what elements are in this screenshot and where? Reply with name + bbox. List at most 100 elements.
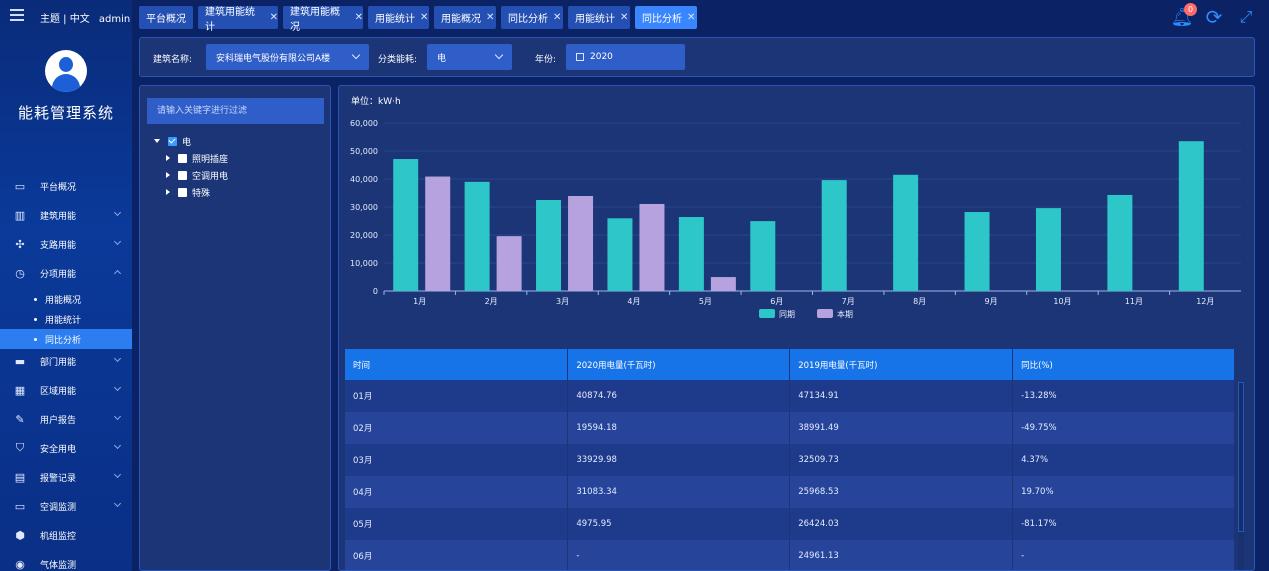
- tree-filter-input[interactable]: [147, 98, 324, 124]
- y-tick-label: 10,000: [350, 259, 378, 268]
- notification-badge: 0: [1184, 3, 1197, 16]
- bar-current-period: [425, 176, 451, 291]
- close-icon[interactable]: ✕: [355, 12, 363, 23]
- x-tick-label: 7月: [842, 297, 855, 306]
- caret-right-icon[interactable]: [166, 189, 170, 195]
- table-cell: 47134.91: [789, 380, 1014, 412]
- tab-usage-stats-2[interactable]: 用能统计 ✕: [568, 6, 630, 29]
- x-tick-label: 6月: [770, 297, 783, 306]
- caret-down-icon[interactable]: [154, 139, 160, 143]
- sidebar-item-gas-monitoring[interactable]: ◉ 气体监测: [0, 552, 132, 571]
- sidebar-item-label: 气体监测: [40, 560, 77, 571]
- chart-unit: 单位：kW·h: [351, 97, 401, 107]
- tab-bar: 平台概况 建筑用能统计 ✕ 建筑用能概况 ✕ 用能统计 ✕ 用能概况 ✕ 同比分析 ✕ 用…: [132, 0, 1269, 34]
- sidebar-item-unit-monitoring[interactable]: ⬢ 机组监控: [0, 523, 132, 547]
- close-icon[interactable]: ✕: [553, 12, 561, 23]
- x-tick-label: 5月: [699, 297, 712, 306]
- sidebar-item-itemized-energy[interactable]: ◷ 分项用能: [0, 261, 132, 285]
- tab-yoy-analysis[interactable]: 同比分析 ✕: [501, 6, 563, 29]
- sidebar-item-building-energy[interactable]: ▥ 建筑用能: [0, 203, 132, 227]
- table-cell: 4975.95: [567, 508, 791, 540]
- year-picker-value: 2020: [590, 52, 613, 62]
- table-row: 04月 31083.34 25968.53 19.70%: [345, 476, 1235, 508]
- air-conditioner-icon: ▭: [14, 499, 26, 513]
- chevron-down-icon: [113, 237, 122, 246]
- close-icon[interactable]: ✕: [486, 12, 494, 23]
- tree-node-label: 照明插座: [192, 154, 229, 165]
- sidebar-item-department-energy[interactable]: ▬ 部门用能: [0, 349, 132, 373]
- tab-usage-stats[interactable]: 用能统计 ✕: [368, 6, 429, 29]
- scrollbar-thumb[interactable]: [1238, 382, 1244, 532]
- tab-platform-overview[interactable]: 平台概况: [139, 6, 193, 29]
- caret-right-icon[interactable]: [166, 172, 170, 178]
- sidebar-item-alarm-records[interactable]: ▤ 报警记录: [0, 465, 132, 489]
- chevron-down-icon: [113, 470, 122, 479]
- close-icon[interactable]: ✕: [620, 12, 628, 23]
- sidebar-subitem-yoy-analysis[interactable]: 同比分析: [0, 329, 132, 349]
- table-cell: 06月: [345, 540, 569, 570]
- year-picker[interactable]: 2020: [566, 44, 685, 70]
- sidebar-item-platform-overview[interactable]: ▭ 平台概况: [0, 174, 132, 198]
- refresh-icon[interactable]: ⟳: [1203, 5, 1225, 29]
- menu-toggle-icon[interactable]: [10, 9, 24, 21]
- sidebar-item-ac-monitoring[interactable]: ▭ 空调监测: [0, 494, 132, 518]
- table-cell: 19594.18: [567, 412, 791, 444]
- sidebar-item-region-energy[interactable]: ▦ 区域用能: [0, 378, 132, 402]
- tree-node-electricity[interactable]: 电: [154, 134, 191, 148]
- sidebar-item-label: 机组监控: [40, 531, 77, 542]
- sidebar-item-label: 报警记录: [40, 473, 77, 484]
- sidebar-item-label: 分项用能: [40, 269, 77, 280]
- gas-icon: ◉: [15, 557, 25, 571]
- tab-label: 平台概况: [146, 14, 186, 25]
- monitor-icon: ▭: [14, 179, 26, 193]
- tree-checkbox[interactable]: [168, 136, 177, 146]
- category-select[interactable]: 电: [427, 44, 512, 70]
- user-menu[interactable]: admin ▼: [99, 14, 132, 25]
- tab-yoy-analysis-active[interactable]: 同比分析 ✕: [635, 6, 697, 29]
- bar-current-period: [496, 236, 522, 291]
- bar-current-period: [568, 195, 594, 291]
- table-cell: 31083.34: [567, 476, 791, 508]
- tree-node-label: 空调用电: [192, 171, 229, 182]
- bell-icon[interactable]: 🔔︎ 0: [1171, 3, 1197, 28]
- tree-node-special[interactable]: 特殊: [166, 185, 210, 199]
- sidebar-item-user-report[interactable]: ✎ 用户报告: [0, 407, 132, 431]
- tab-label: 用能统计: [575, 14, 615, 25]
- y-tick-label: 20,000: [350, 231, 378, 240]
- sidebar-item-branch-energy[interactable]: ✣ 支路用能: [0, 232, 132, 256]
- fullscreen-icon[interactable]: ⤢: [1235, 6, 1257, 28]
- sidebar-top: 主题 | 中文 admin ▼: [0, 0, 132, 32]
- close-icon[interactable]: ✕: [270, 12, 278, 23]
- x-tick-label: 9月: [984, 297, 997, 306]
- folder-icon: ▬: [14, 354, 26, 368]
- tab-usage-overview[interactable]: 用能概况 ✕: [434, 6, 496, 29]
- shield-check-icon: ⛉: [15, 441, 25, 454]
- close-icon[interactable]: ✕: [420, 12, 428, 23]
- building-select[interactable]: 安科瑞电气股份有限公司A楼: [206, 44, 369, 70]
- sidebar-subitem-usage-statistics[interactable]: 用能统计: [0, 309, 132, 329]
- table-scrollbar[interactable]: [1238, 382, 1244, 570]
- close-icon[interactable]: ✕: [687, 12, 695, 23]
- legend-swatch: [759, 309, 775, 318]
- table-cell: 01月: [345, 380, 569, 412]
- data-table: 时间 2020用电量(千瓦时) 2019用电量(千瓦时) 同比(%) 01月 40…: [345, 349, 1235, 570]
- tree-checkbox[interactable]: [178, 170, 187, 180]
- sidebar-item-label: 用户报告: [40, 415, 77, 426]
- table-cell: -13.28%: [1012, 380, 1235, 412]
- tree-node-label: 电: [182, 137, 192, 148]
- bar-prior-period: [1035, 208, 1061, 291]
- caret-right-icon[interactable]: [166, 155, 170, 161]
- tree-checkbox[interactable]: [178, 153, 187, 163]
- tab-building-energy-overview[interactable]: 建筑用能概况 ✕: [283, 6, 363, 33]
- tree-node-lighting[interactable]: 照明插座: [166, 151, 228, 165]
- avatar: [45, 50, 87, 92]
- theme-language-links[interactable]: 主题 | 中文: [40, 14, 90, 25]
- bar-prior-period: [1178, 141, 1204, 291]
- tree-node-ac-power[interactable]: 空调用电: [166, 168, 228, 182]
- tab-building-energy-stats[interactable]: 建筑用能统计 ✕: [198, 6, 278, 33]
- tree-checkbox[interactable]: [178, 187, 187, 197]
- sidebar-subitem-usage-overview[interactable]: 用能概况: [0, 289, 132, 309]
- sidebar-item-label: 空调监测: [40, 502, 77, 513]
- filter-bar: 建筑名称: 安科瑞电气股份有限公司A楼 分类能耗: 电 年份: 2020: [139, 37, 1255, 77]
- sidebar-item-electrical-safety[interactable]: ⛉ 安全用电: [0, 436, 132, 460]
